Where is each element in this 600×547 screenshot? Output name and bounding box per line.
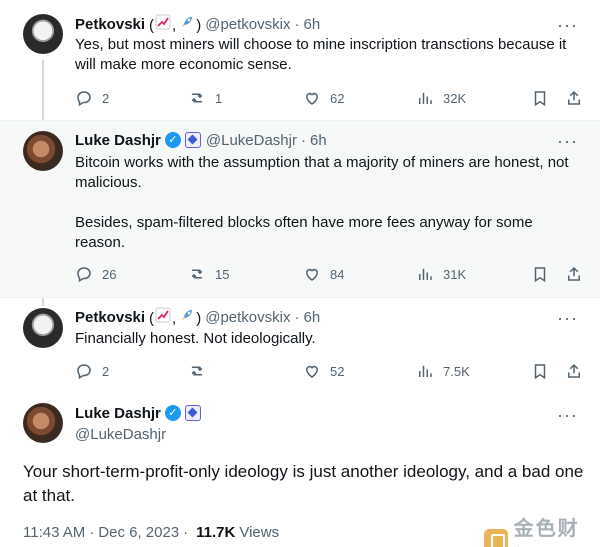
emoji-group: (,) bbox=[149, 307, 201, 327]
display-name[interactable]: Luke Dashjr bbox=[75, 132, 161, 149]
timestamp[interactable]: 6h bbox=[303, 309, 320, 326]
retweet-button[interactable] bbox=[188, 362, 215, 380]
action-bar: 26 15 84 31K bbox=[75, 264, 587, 284]
handle[interactable]: @petkovskix bbox=[205, 16, 290, 33]
avatar[interactable] bbox=[23, 308, 63, 348]
emoji-group: (,) bbox=[149, 14, 201, 34]
bookmark-button[interactable] bbox=[531, 362, 549, 380]
watermark-logo-icon bbox=[484, 529, 508, 547]
rocket-icon bbox=[179, 14, 195, 30]
chart-up-icon bbox=[155, 307, 171, 323]
heart-icon bbox=[305, 268, 319, 281]
retweet-icon bbox=[191, 366, 203, 376]
tweet-header: Luke Dashjr ✓ bbox=[75, 403, 201, 423]
reply-button[interactable]: 2 bbox=[75, 362, 109, 380]
tweet-2[interactable]: Luke Dashjr ✓ @LukeDashjr · 6h ··· Bitco… bbox=[0, 121, 600, 297]
tweet-text: Financially honest. Not ideologically. bbox=[75, 330, 316, 347]
display-name[interactable]: Petkovski bbox=[75, 309, 145, 326]
bookmark-icon bbox=[534, 267, 546, 283]
tweet-header: Luke Dashjr ✓ @LukeDashjr · 6h bbox=[75, 131, 327, 149]
more-icon[interactable]: ··· bbox=[557, 309, 578, 327]
tweet-1[interactable]: Petkovski (,) @petkovskix · 6h ··· Yes, … bbox=[0, 0, 600, 120]
tweet-time[interactable]: 11:43 AM bbox=[23, 524, 85, 541]
views-button[interactable]: 32K bbox=[416, 89, 466, 107]
retweet-icon bbox=[191, 269, 203, 279]
reply-icon bbox=[77, 91, 91, 107]
views-button[interactable]: 31K bbox=[416, 265, 466, 283]
tweet-text: Bitcoin works with the assumption that a… bbox=[75, 154, 569, 251]
retweet-button[interactable]: 15 bbox=[188, 265, 229, 283]
views-icon bbox=[419, 268, 432, 280]
views-label: Views bbox=[239, 524, 280, 541]
bookmark-icon bbox=[534, 91, 546, 107]
share-icon bbox=[568, 90, 580, 105]
share-button[interactable] bbox=[565, 265, 583, 283]
tweet-text: Yes, but most miners will choose to mine… bbox=[75, 36, 567, 73]
action-bar: 2 52 7.5K bbox=[75, 361, 587, 381]
retweet-icon bbox=[191, 93, 203, 103]
tweet-header: Petkovski (,) @petkovskix · 6h bbox=[75, 307, 321, 327]
share-button[interactable] bbox=[565, 362, 583, 380]
more-icon[interactable]: ··· bbox=[557, 406, 578, 424]
more-icon[interactable]: ··· bbox=[557, 16, 578, 34]
tweet-footer: 11:43 AM · Dec 6, 2023 · 11.7K Views bbox=[23, 524, 280, 541]
more-icon[interactable]: ··· bbox=[557, 132, 578, 150]
rocket-icon bbox=[179, 307, 195, 323]
retweet-button[interactable]: 1 bbox=[188, 89, 222, 107]
watermark-text: 金色财经 bbox=[513, 518, 580, 540]
affiliation-badge-icon bbox=[184, 132, 201, 148]
chart-up-icon bbox=[155, 14, 171, 30]
avatar[interactable] bbox=[23, 403, 63, 443]
handle[interactable]: @petkovskix bbox=[205, 309, 290, 326]
bookmark-icon bbox=[534, 364, 546, 380]
tweet-header: Petkovski (,) @petkovskix · 6h bbox=[75, 14, 321, 34]
reply-icon bbox=[77, 364, 91, 380]
like-button[interactable]: 52 bbox=[303, 362, 344, 380]
reply-icon bbox=[77, 267, 91, 283]
verified-badge-icon: ✓ bbox=[164, 405, 181, 421]
timestamp[interactable]: 6h bbox=[303, 16, 320, 33]
tweet-3[interactable]: Petkovski (,) @petkovskix · 6h ··· Finan… bbox=[0, 298, 600, 390]
reply-button[interactable]: 2 bbox=[75, 89, 109, 107]
display-name[interactable]: Luke Dashjr bbox=[75, 405, 161, 422]
tweet-date[interactable]: Dec 6, 2023 bbox=[98, 524, 179, 541]
heart-icon bbox=[305, 92, 319, 105]
avatar[interactable] bbox=[23, 131, 63, 171]
bookmark-button[interactable] bbox=[531, 89, 549, 107]
main-tweet-text: Your short-term-profit-only ideology is … bbox=[23, 462, 584, 505]
display-name[interactable]: Petkovski bbox=[75, 16, 145, 33]
like-button[interactable]: 62 bbox=[303, 89, 344, 107]
heart-icon bbox=[305, 365, 319, 378]
views-count: 11.7K bbox=[196, 524, 236, 541]
share-button[interactable] bbox=[565, 89, 583, 107]
action-bar: 2 1 62 32K bbox=[75, 88, 587, 108]
verified-badge-icon: ✓ bbox=[164, 132, 181, 148]
affiliation-badge-icon bbox=[184, 405, 201, 421]
views-icon bbox=[419, 365, 432, 377]
like-button[interactable]: 84 bbox=[303, 265, 344, 283]
watermark: 金色财经 bbox=[484, 512, 600, 547]
views-icon bbox=[419, 92, 432, 104]
share-icon bbox=[568, 363, 580, 378]
handle[interactable]: @LukeDashjr bbox=[206, 132, 297, 149]
views-button[interactable]: 7.5K bbox=[416, 362, 470, 380]
timestamp[interactable]: 6h bbox=[310, 132, 327, 149]
share-icon bbox=[568, 266, 580, 281]
avatar[interactable] bbox=[23, 14, 63, 54]
reply-button[interactable]: 26 bbox=[75, 265, 116, 283]
bookmark-button[interactable] bbox=[531, 265, 549, 283]
handle[interactable]: @LukeDashjr bbox=[75, 426, 166, 443]
